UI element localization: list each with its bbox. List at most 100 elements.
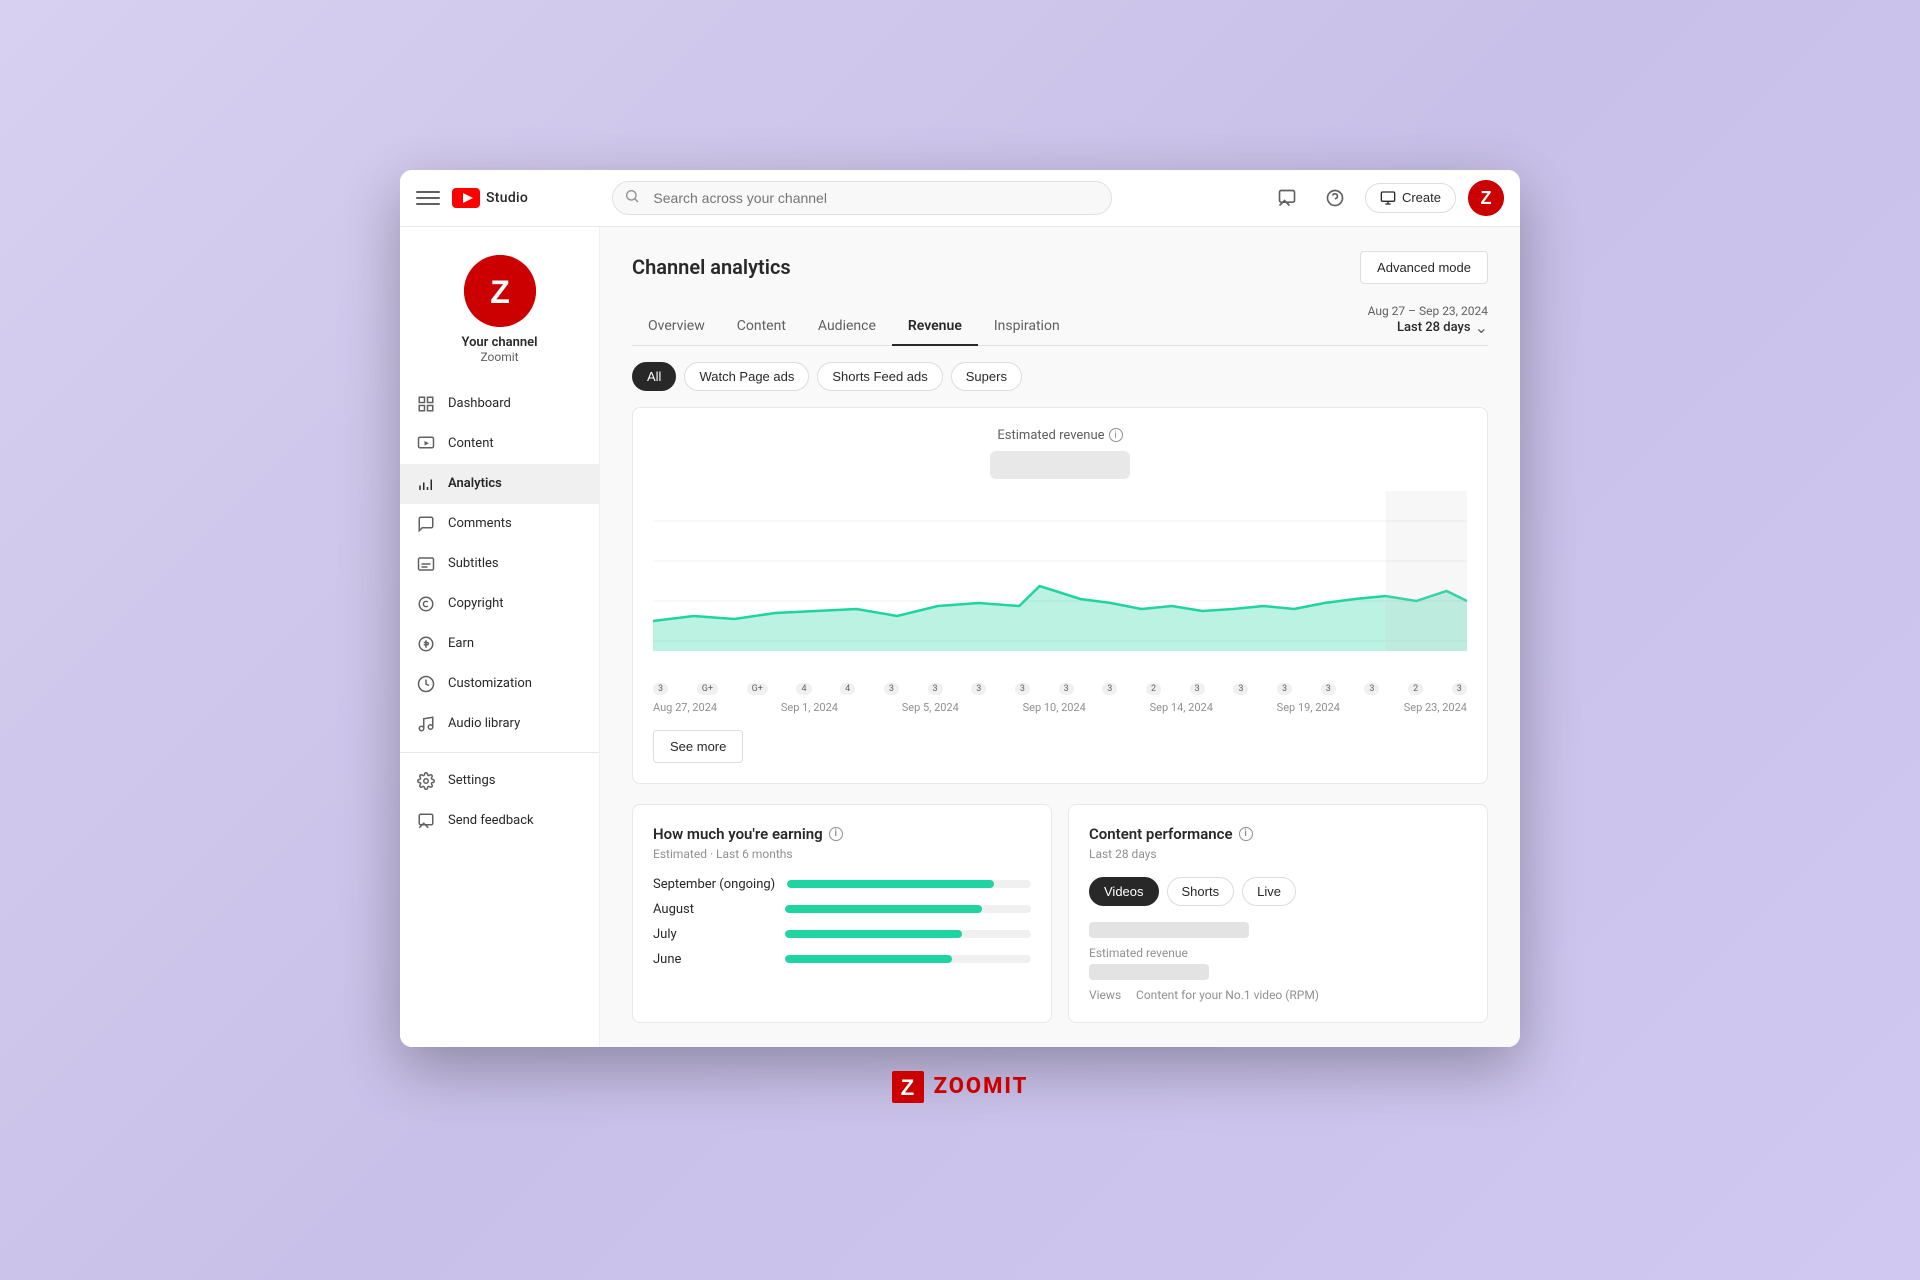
revenue-info-icon[interactable]: i [1109,428,1123,442]
sidebar-divider [400,752,599,753]
chart-badges-row: 3 G+ G+ 4 4 3 3 3 3 3 3 2 3 3 3 3 3 [653,679,1467,697]
sidebar-item-analytics[interactable]: Analytics [400,464,599,504]
chart-badge: 3 [1452,683,1467,695]
dashboard-icon [416,394,436,414]
performance-card: Content performance i Last 28 days Video… [1068,804,1488,1023]
earning-row-july: July [653,927,1031,942]
chart-date-3: Sep 5, 2024 [902,701,959,714]
audio-library-icon [416,714,436,734]
chevron-down-icon: ⌄ [1475,318,1488,337]
chart-badge: 3 [1059,683,1074,695]
sidebar-item-copyright[interactable]: Copyright [400,584,599,624]
search-input[interactable] [612,181,1112,215]
filter-watch-page-ads[interactable]: Watch Page ads [684,362,809,391]
sidebar-label-subtitles: Subtitles [448,556,499,571]
sidebar-label-comments: Comments [448,516,512,531]
sidebar-item-subtitles[interactable]: Subtitles [400,544,599,584]
sidebar-nav: Dashboard Content [400,384,599,1035]
perf-tab-live[interactable]: Live [1242,877,1296,906]
logo-area[interactable]: Studio [452,188,528,208]
earning-bar-september [787,880,994,888]
tab-revenue[interactable]: Revenue [892,308,978,346]
sidebar-item-audio-library[interactable]: Audio library [400,704,599,744]
tab-overview[interactable]: Overview [632,308,721,346]
sidebar-label-earn: Earn [448,636,474,651]
sidebar-item-earn[interactable]: Earn [400,624,599,664]
chart-badge: 3 [1277,683,1292,695]
chart-badge: 3 [1190,683,1205,695]
earning-label-july: July [653,927,773,942]
earning-row-september: September (ongoing) [653,877,1031,892]
earning-label-september: September (ongoing) [653,877,775,892]
perf-tab-videos[interactable]: Videos [1089,877,1159,906]
filter-tabs: All Watch Page ads Shorts Feed ads Super… [632,362,1488,391]
earning-bar-wrap-june [785,955,1031,963]
chart-date-5: Sep 14, 2024 [1150,701,1213,714]
user-avatar[interactable]: Z [1468,180,1504,216]
analytics-icon [416,474,436,494]
tab-inspiration[interactable]: Inspiration [978,308,1076,346]
earning-info-icon[interactable]: i [829,827,843,841]
chart-badge: G+ [697,683,718,695]
sidebar-label-settings: Settings [448,773,495,788]
chart-date-6: Sep 19, 2024 [1277,701,1340,714]
see-more-button[interactable]: See more [653,730,743,763]
footer-brand-text: ZOOMIT [934,1074,1029,1099]
menu-icon[interactable] [416,186,440,210]
analytics-tabs: Overview Content Audience Revenue Inspir… [632,308,1368,345]
sidebar-item-comments[interactable]: Comments [400,504,599,544]
earning-card: How much you're earning i Estimated · La… [632,804,1052,1023]
revenue-blurred-value [990,451,1130,479]
performance-tabs: Videos Shorts Live [1089,877,1467,906]
date-range-selector[interactable]: Aug 27 – Sep 23, 2024 Last 28 days ⌄ [1368,304,1488,345]
help-icon-btn[interactable] [1317,180,1353,216]
tab-audience[interactable]: Audience [802,308,892,346]
date-range-text: Aug 27 – Sep 23, 2024 [1368,304,1488,318]
earning-row-august: August [653,902,1031,917]
sidebar-item-customization[interactable]: Customization [400,664,599,704]
sidebar-item-dashboard[interactable]: Dashboard [400,384,599,424]
performance-card-subtitle: Last 28 days [1089,847,1467,861]
sidebar-item-settings[interactable]: Settings [400,761,599,801]
performance-rpm-label: Views Content for your No.1 video (RPM) [1089,988,1467,1002]
advanced-mode-button[interactable]: Advanced mode [1360,251,1488,284]
chart-date-4: Sep 10, 2024 [1023,701,1086,714]
create-button[interactable]: Create [1365,183,1456,213]
performance-info-icon[interactable]: i [1239,827,1253,841]
channel-profile: Z Your channel Zoomit [400,239,599,384]
earning-card-title: How much you're earning i [653,825,1031,843]
earning-card-subtitle: Estimated · Last 6 months [653,847,1031,861]
studio-logo-text: Studio [486,190,528,206]
youtube-icon [452,188,480,208]
chart-badge: 4 [796,683,811,695]
feedback-icon-btn[interactable] [1269,180,1305,216]
filter-all[interactable]: All [632,362,676,391]
sidebar-label-audio-library: Audio library [448,716,520,731]
chart-badge: 3 [1321,683,1336,695]
filter-shorts-feed-ads[interactable]: Shorts Feed ads [817,362,942,391]
sidebar-label-content: Content [448,436,494,451]
sidebar: Z Your channel Zoomit Dashboard [400,227,600,1047]
main-layout: Z Your channel Zoomit Dashboard [400,227,1520,1047]
filter-supers[interactable]: Supers [951,362,1022,391]
channel-avatar[interactable]: Z [464,255,536,327]
sidebar-item-send-feedback[interactable]: Send feedback [400,801,599,841]
search-icon [624,188,640,208]
earn-icon [416,634,436,654]
chart-badge: 2 [1408,683,1423,695]
performance-blurred-bar-2 [1089,964,1209,980]
performance-blurred-bar-1 [1089,922,1249,938]
footer-z-icon: Z [892,1071,924,1103]
perf-tab-shorts[interactable]: Shorts [1167,877,1235,906]
earning-row-june: June [653,952,1031,967]
svg-text:Z: Z [1480,188,1491,208]
chart-badge: 3 [1364,683,1379,695]
top-bar-actions: Create Z [1269,180,1504,216]
chart-date-7: Sep 23, 2024 [1404,701,1467,714]
chart-badge: G+ [747,683,768,695]
date-range-label: Last 28 days [1397,320,1471,335]
tab-content[interactable]: Content [721,308,802,346]
chart-badge: 2 [1146,683,1161,695]
comments-icon [416,514,436,534]
sidebar-item-content[interactable]: Content [400,424,599,464]
